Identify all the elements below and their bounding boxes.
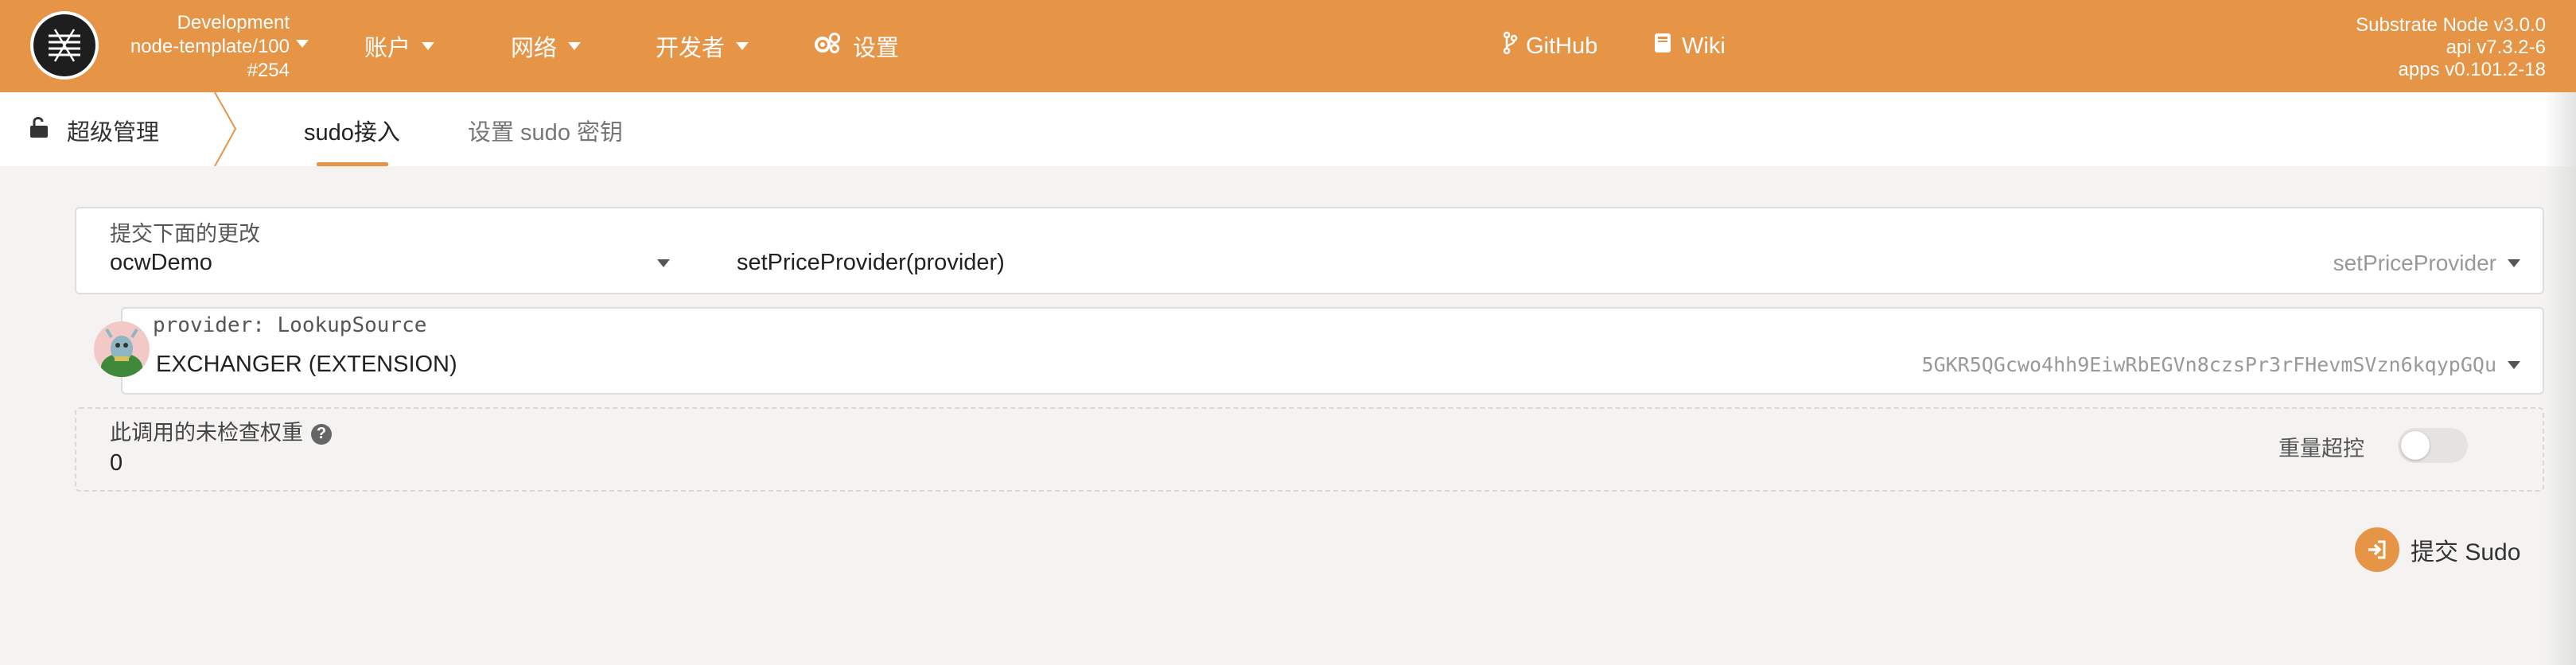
chain-block: #254 [247,60,290,81]
nav-developer[interactable]: 开发者 [656,30,749,62]
section-title: 超级管理 [29,115,159,146]
module-dropdown[interactable]: ocwDemo [76,208,697,293]
caret-down-icon [2508,259,2520,267]
book-icon [1653,32,1672,60]
chain-dropdown-icon[interactable] [296,40,309,48]
account-avatar [94,321,150,377]
submit-sudo-button[interactable]: 提交 Sudo [2355,527,2520,573]
nav-accounts[interactable]: 账户 [364,30,435,62]
weight-override-toggle[interactable] [2398,428,2468,463]
call-dropdown[interactable]: setPriceProvider(provider) setPriceProvi… [697,208,2543,293]
top-header: Development node-template/100 #254 账户 网络… [0,0,2576,92]
weight-section: 此调用的未检查权重? 0 重量超控 [75,407,2544,492]
weight-value: 0 [110,450,123,476]
help-icon[interactable]: ? [311,423,332,445]
github-link[interactable]: GitHub [1502,30,1597,62]
caret-down-icon [422,42,435,50]
chevron-separator-icon [214,92,237,166]
extrinsic-selector: 提交下面的更改 ocwDemo setPriceProvider(provide… [75,207,2544,294]
api-version: api v7.3.2-6 [2446,37,2546,58]
caret-down-icon [657,259,670,267]
substrate-logo[interactable] [30,11,99,80]
nav-accounts-label: 账户 [364,36,411,61]
nav-settings-label: 设置 [853,36,900,61]
gears-icon [813,31,842,61]
weight-label-text: 此调用的未检查权重 [110,421,303,445]
nav-settings[interactable]: 设置 [813,30,899,62]
caret-down-icon [2508,361,2520,369]
nav-network[interactable]: 网络 [511,30,582,62]
chain-name: Development [177,12,290,33]
version-info: Substrate Node v3.0.0 api v7.3.2-6 apps … [2356,14,2546,81]
wiki-link[interactable]: Wiki [1653,30,1726,62]
chain-runtime: node-template/100 [130,36,290,57]
tab-sudo-access[interactable]: sudo接入 [304,115,400,146]
tab-set-sudo-key-label: 设置 sudo 密钥 [468,120,623,146]
account-dropdown[interactable]: EXCHANGER (EXTENSION) 5GKR5QGcwo4hh9EiwR… [123,309,2543,393]
chain-selector[interactable]: Development node-template/100 #254 [111,11,290,83]
active-tab-indicator [317,162,388,166]
account-address: 5GKR5QGcwo4hh9EiwRbEGVn8czsPr3rFHevmSVzn… [1921,353,2496,376]
tab-set-sudo-key[interactable]: 设置 sudo 密钥 [468,115,623,146]
unlock-icon [29,115,49,146]
nav-network-label: 网络 [511,36,558,61]
provider-param: provider: LookupSource EXCHANGER (EXTENS… [121,307,2544,395]
call-value: setPriceProvider(provider) [737,250,1005,275]
caret-down-icon [568,42,582,50]
scroll-shadow [2544,92,2576,665]
tab-sudo-access-label: sudo接入 [304,120,400,146]
toggle-knob [2401,431,2430,460]
tabs-bar: 超级管理 sudo接入 设置 sudo 密钥 [0,92,2576,166]
node-version: Substrate Node v3.0.0 [2356,14,2546,36]
sign-in-icon [2355,527,2399,572]
module-value: ocwDemo [110,250,212,275]
nav-developer-label: 开发者 [656,36,726,61]
caret-down-icon [736,42,749,50]
weight-label: 此调用的未检查权重? [110,415,332,446]
submit-label: 提交 Sudo [2411,539,2521,566]
call-hint: setPriceProvider [2333,251,2496,275]
apps-version: apps v0.101.2-18 [2398,59,2546,80]
github-label: GitHub [1526,33,1598,59]
override-label: 重量超控 [2278,437,2364,461]
section-title-label: 超级管理 [67,120,160,146]
git-branch-icon [1502,31,1518,61]
wiki-label: Wiki [1682,33,1726,59]
account-name: EXCHANGER (EXTENSION) [156,352,457,377]
